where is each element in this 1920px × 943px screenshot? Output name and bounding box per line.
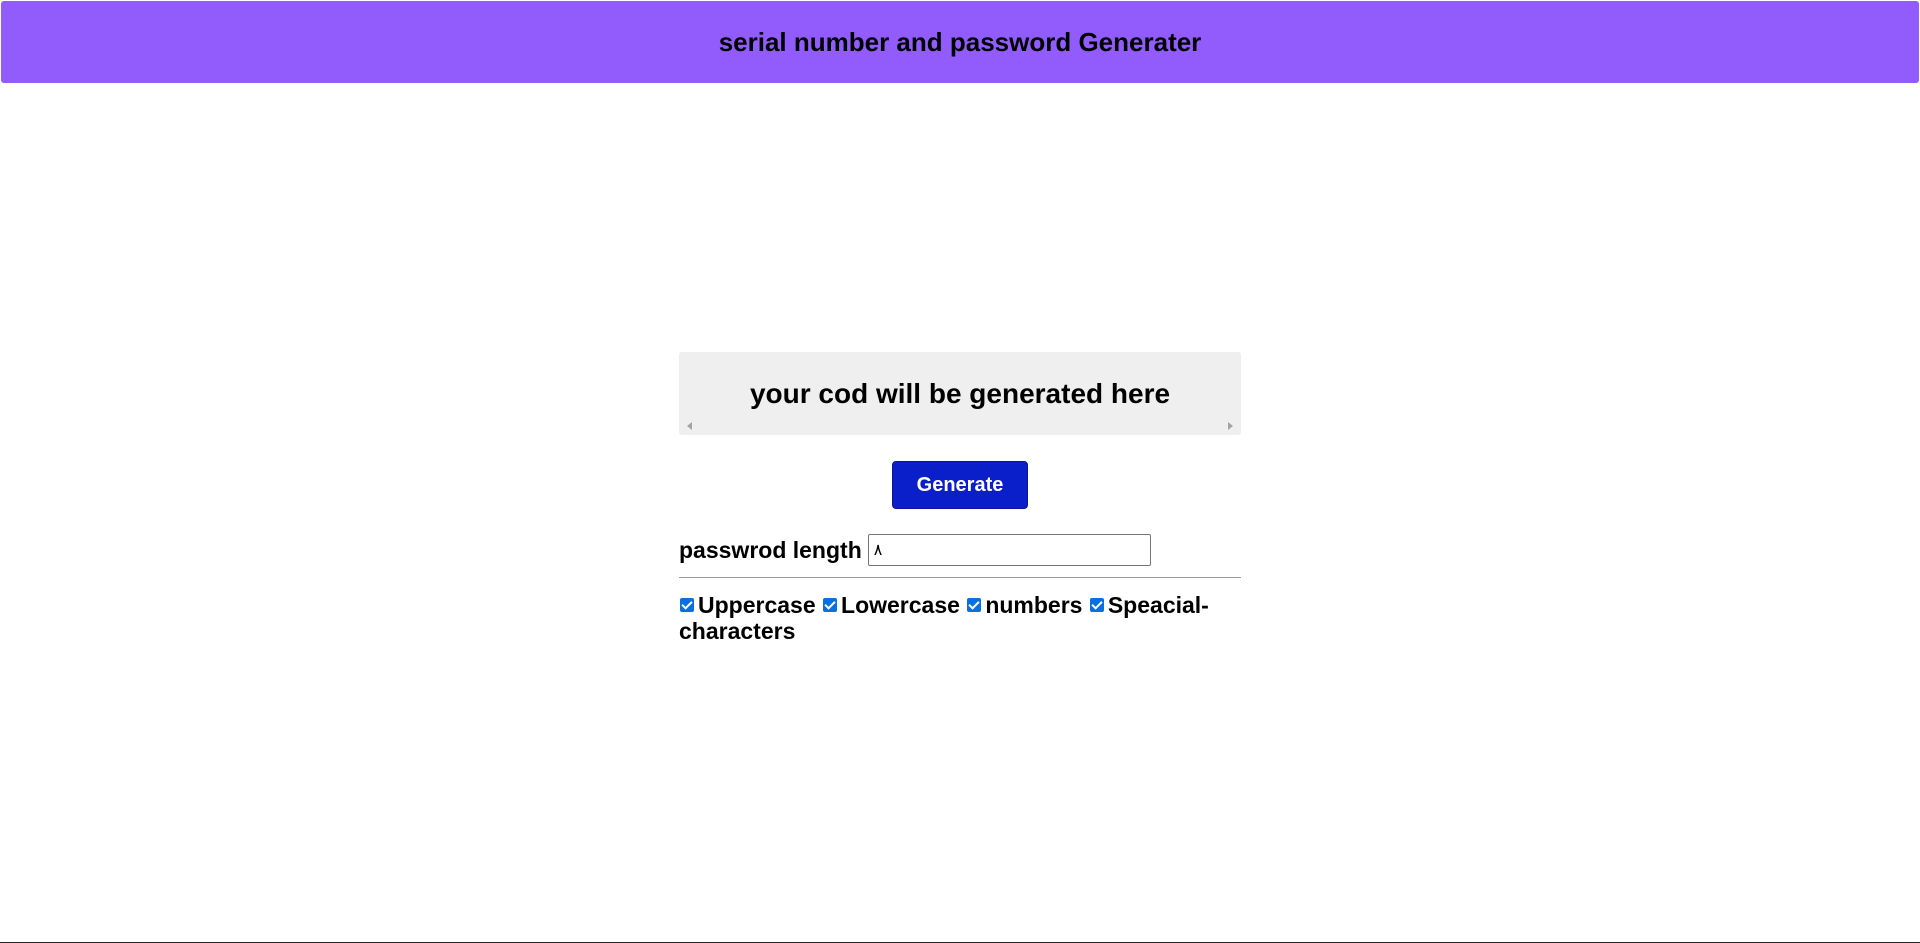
divider [679,577,1241,578]
option-lowercase[interactable]: Lowercase [822,592,960,618]
checkbox-checked-icon[interactable] [967,598,982,612]
character-options: Uppercase Lowercase numbers Speacial-cha… [679,592,1241,644]
password-length-row: passwrod length [679,534,1241,566]
password-length-input[interactable] [867,534,1151,566]
checkbox-checked-icon[interactable] [680,598,694,612]
page-title: serial number and password Generater [718,26,1202,57]
generated-code-output[interactable]: your cod will be generated here [679,352,1241,435]
app-header: serial number and password Generater [1,1,1919,83]
option-lowercase-label: Lowercase [841,592,960,618]
checkbox-checked-icon[interactable] [1089,598,1104,612]
password-length-label: passwrod length [679,536,862,563]
checkbox-checked-icon[interactable] [823,598,838,612]
option-uppercase[interactable]: Uppercase [679,592,816,618]
scroll-right-arrow-icon[interactable] [1228,422,1233,430]
scroll-left-arrow-icon[interactable] [687,422,692,430]
option-numbers-label: numbers [985,592,1083,618]
generated-code-text: your cod will be generated here [749,378,1171,409]
generate-button[interactable]: Generate [892,461,1028,509]
option-numbers[interactable]: numbers [966,592,1082,618]
generator-panel: your cod will be generated here Generate… [679,352,1241,644]
generate-button-row: Generate [679,461,1241,509]
option-uppercase-label: Uppercase [698,592,816,618]
